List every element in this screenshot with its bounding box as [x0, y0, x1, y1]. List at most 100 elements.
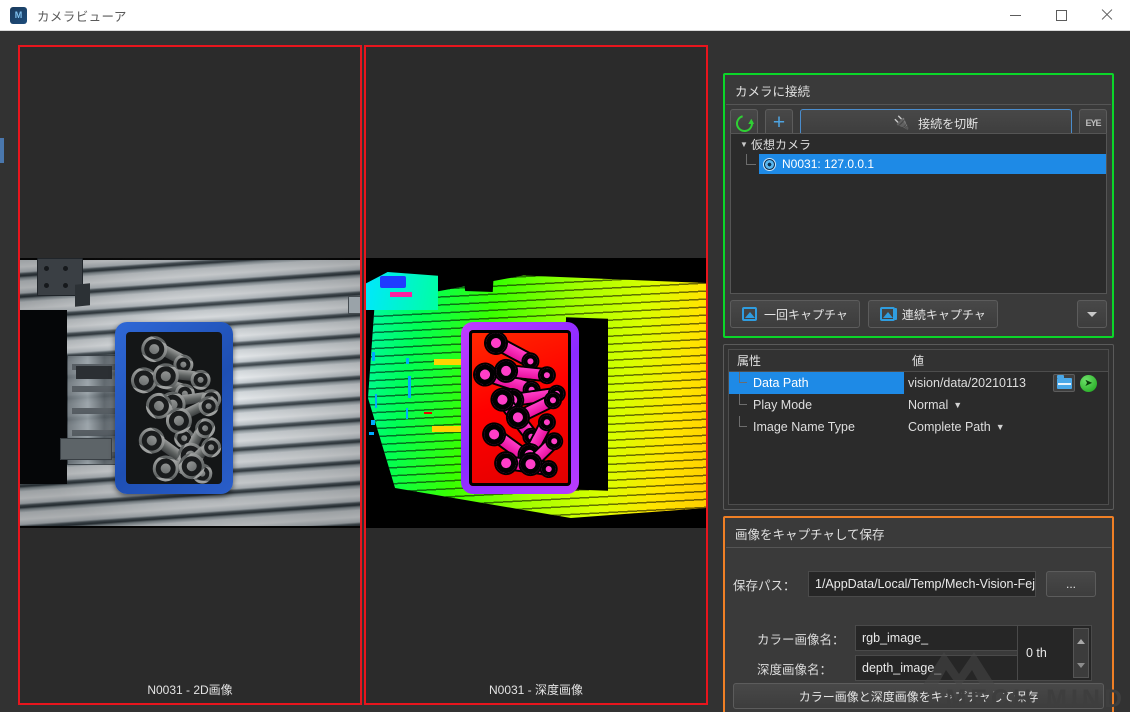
chevron-down-icon[interactable]: ▼: [953, 400, 962, 410]
images-icon: [879, 307, 895, 321]
data-path-value[interactable]: vision/data/20210113: [908, 376, 1048, 390]
panel-divider: [726, 547, 1111, 548]
header-attribute: 属性: [737, 354, 762, 368]
part-rod: [159, 367, 207, 383]
play-mode-value[interactable]: Normal: [908, 398, 948, 412]
image-index-value: 0 th: [1026, 646, 1047, 660]
viewer-depth-image[interactable]: N0031 - 深度画像: [364, 45, 708, 705]
depth-blue-blob: [380, 276, 406, 288]
depth-noise-speckles: [366, 348, 432, 448]
blue-bin: [115, 322, 233, 494]
depth-image-name-input[interactable]: depth_image_: [855, 655, 1043, 681]
camera-properties-panel: 属性 値 Data Path vision/data/20210113 ➤ Pl…: [723, 344, 1114, 510]
depth-bin-floor: [469, 330, 571, 486]
property-name: Image Name Type: [753, 420, 855, 434]
viewer-2d-image[interactable]: N0031 - 2D画像: [18, 45, 362, 705]
browse-folder-button[interactable]: [1053, 374, 1075, 392]
color-image-name-input[interactable]: rgb_image_: [855, 625, 1043, 651]
camera-tree[interactable]: ▼ 仮想カメラ N0031: 127.0.0.1: [730, 133, 1107, 294]
table-row[interactable]: Image Name Type Complete Path ▼: [729, 416, 1108, 438]
folder-icon: [1056, 374, 1072, 389]
depth-part-rod: [502, 365, 550, 381]
capture-and-save-button[interactable]: カラー画像と深度画像をキャプチャして保存: [733, 683, 1104, 709]
machine-rail-slot: [76, 366, 112, 379]
property-value-cell[interactable]: Normal ▼: [904, 394, 1108, 416]
rgb-photo: [20, 258, 360, 528]
tree-group-label: 仮想カメラ: [751, 137, 812, 152]
table-row[interactable]: Data Path vision/data/20210113 ➤: [729, 372, 1108, 394]
unplug-icon: 🔌: [893, 115, 911, 130]
camera-icon: [763, 157, 776, 171]
header-value: 値: [912, 354, 925, 368]
depth-magenta-blob: [390, 292, 412, 297]
capture-continuous-button[interactable]: 連続キャプチャ: [867, 300, 998, 328]
color-image-name-row: カラー画像名： rgb_image_: [757, 625, 1047, 651]
fixture-clamp-arm: [75, 283, 90, 307]
stepper-buttons[interactable]: [1073, 628, 1089, 678]
color-image-name-label: カラー画像名：: [757, 632, 845, 647]
depth-part-rod: [490, 336, 536, 367]
capture-once-label: 一回キャプチャ: [764, 307, 848, 322]
depth-map: [366, 258, 706, 528]
viewer-2d-canvas[interactable]: [20, 47, 360, 675]
viewer-2d-label: N0031 - 2D画像: [20, 675, 360, 703]
browse-save-path-button[interactable]: ...: [1046, 571, 1096, 597]
connect-panel-title: カメラに接続: [735, 85, 811, 99]
chevron-down-icon: [1077, 662, 1085, 668]
tree-branch-line: [739, 372, 747, 383]
tree-branch-line: [739, 416, 747, 427]
properties-table[interactable]: 属性 値 Data Path vision/data/20210113 ➤ Pl…: [728, 349, 1109, 505]
tree-group-virtual-camera[interactable]: ▼ 仮想カメラ: [731, 134, 1106, 154]
capture-toolbar: 一回キャプチャ 連続キャプチャ: [730, 300, 1107, 328]
maximize-button[interactable]: [1038, 0, 1084, 31]
viewer-depth-label: N0031 - 深度画像: [366, 675, 706, 703]
property-value-cell[interactable]: vision/data/20210113 ➤: [904, 372, 1108, 394]
app-icon: M: [10, 6, 27, 24]
table-row[interactable]: Play Mode Normal ▼: [729, 394, 1108, 416]
capture-once-button[interactable]: 一回キャプチャ: [730, 300, 860, 328]
window-body: N0031 - 2D画像 N0031 - 深度画像 カメラに接続 + 🔌 接続を…: [0, 31, 1130, 712]
chevron-down-icon: [1087, 311, 1097, 317]
tree-item-camera[interactable]: N0031: 127.0.0.1: [731, 154, 1106, 174]
minimize-button[interactable]: [992, 0, 1038, 31]
properties-table-header: 属性 値: [729, 350, 1108, 372]
disconnect-button-label: 接続を切断: [918, 116, 979, 131]
connect-panel-body: + 🔌 接続を切断 EYE 検出されたカメラと現在のプロジェクトにあるカメラのパ…: [730, 109, 1107, 330]
chevron-down-icon[interactable]: ▼: [996, 422, 1005, 432]
save-path-input[interactable]: 1/AppData/Local/Temp/Mech-Vision-FejUXO: [808, 571, 1036, 597]
save-path-row: 保存パス： 1/AppData/Local/Temp/Mech-Vision-F…: [733, 570, 1107, 598]
title-bar: M カメラビューア: [0, 0, 1130, 31]
tree-item-label: N0031: 127.0.0.1: [782, 157, 875, 171]
property-value-cell[interactable]: Complete Path ▼: [904, 416, 1108, 438]
depth-void-notch: [462, 268, 494, 292]
save-panel-title: 画像をキャプチャして保存: [735, 528, 885, 542]
capture-more-button[interactable]: [1077, 300, 1107, 328]
camera-viewer-window: M カメラビューア N0031 - 2D画像 N0031 - 深度画像 カメラに…: [0, 0, 1130, 712]
stepper-decrement-button[interactable]: [1074, 653, 1088, 677]
depth-image-name-row: 深度画像名： depth_image_: [757, 655, 1047, 681]
depth-image-name-label: 深度画像名：: [757, 662, 833, 677]
arrow-right-icon[interactable]: ➤: [1080, 374, 1097, 392]
capture-continuous-label: 連続キャプチャ: [901, 307, 986, 322]
save-path-label: 保存パス：: [733, 578, 796, 593]
left-edge-accent: [0, 138, 4, 163]
property-name: Play Mode: [753, 398, 813, 412]
panel-divider: [726, 104, 1111, 105]
chevron-down-icon[interactable]: ▼: [737, 140, 751, 149]
bin-interior: [126, 332, 222, 484]
viewer-depth-canvas[interactable]: [366, 47, 706, 675]
minimize-icon: [1009, 14, 1021, 16]
capture-and-save-label: カラー画像と深度画像をキャプチャして保存: [798, 689, 1039, 704]
image-index-stepper[interactable]: 0 th: [1017, 625, 1092, 681]
window-controls: [992, 0, 1130, 31]
connect-camera-panel: カメラに接続 + 🔌 接続を切断 EYE ▼ 仮想カメラ N0031: 127.…: [723, 73, 1114, 338]
close-button[interactable]: [1084, 0, 1130, 31]
stepper-increment-button[interactable]: [1074, 629, 1088, 653]
maximize-icon: [1055, 9, 1067, 21]
window-title: カメラビューア: [37, 9, 127, 24]
tree-item-selected[interactable]: N0031: 127.0.0.1: [759, 154, 1106, 174]
eye-icon: EYE: [1085, 118, 1101, 128]
image-name-type-value[interactable]: Complete Path: [908, 420, 991, 434]
chevron-up-icon: [1077, 638, 1085, 644]
refresh-icon: [732, 111, 756, 135]
